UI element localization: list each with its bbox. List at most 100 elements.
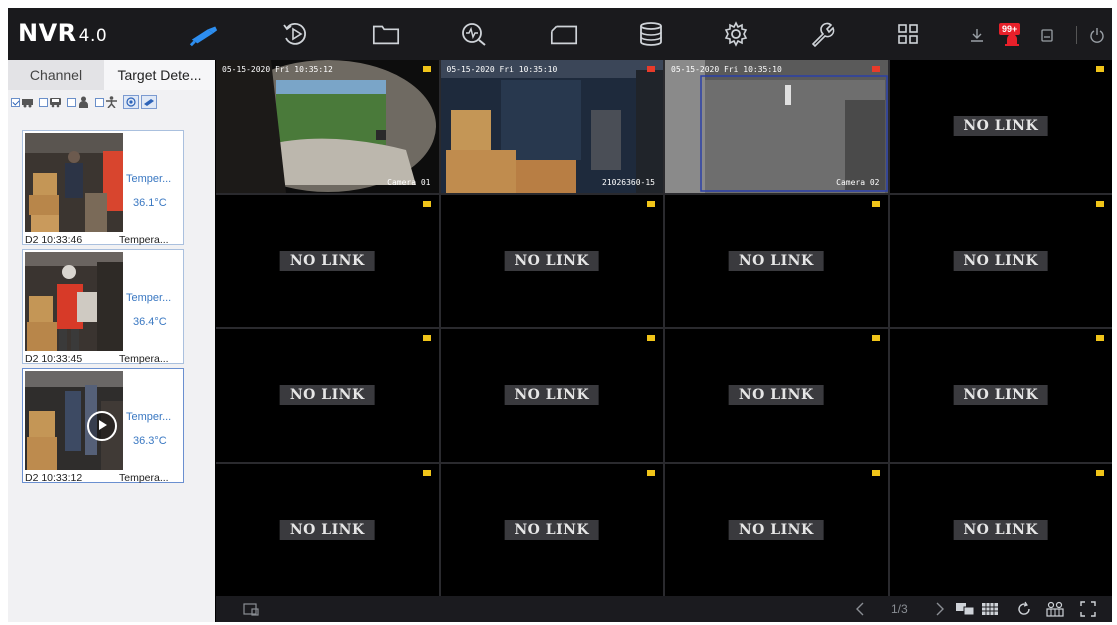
snapshot-thumbnail (25, 371, 123, 470)
people-counting-icon[interactable] (1044, 601, 1066, 617)
card-temperature: 36.1°C (133, 197, 167, 209)
detection-card[interactable]: Temper... 36.4°C D2 10:33:45 Tempera... (22, 249, 184, 365)
layout-grid-icon[interactable] (890, 18, 926, 50)
video-tile[interactable]: 05-15-2020 Fri 10:35:12 Camera 01 (216, 60, 439, 193)
person-icon (79, 96, 88, 108)
lock-icon[interactable] (1038, 24, 1056, 46)
refresh-icon[interactable] (1014, 601, 1034, 617)
recording-indicator-icon (422, 469, 431, 476)
video-tile-no-link[interactable]: NO LINK (216, 463, 439, 596)
detection-card-selected[interactable]: Temper... 36.3°C D2 10:33:12 Tempera... (22, 368, 184, 484)
play-button[interactable] (87, 411, 117, 441)
video-tile-no-link[interactable]: NO LINK (440, 463, 663, 596)
card-time: D2 10:33:45 (25, 353, 83, 365)
recording-indicator-icon (871, 200, 880, 207)
smart-analysis-icon[interactable] (456, 18, 492, 50)
live-view-grid: 05-15-2020 Fri 10:35:12 Camera 01 05-15-… (216, 60, 1112, 596)
no-link-label: NO LINK (728, 519, 824, 540)
filter-vehicle-checkbox[interactable] (11, 97, 20, 107)
card-label: Temper... (126, 292, 172, 304)
filter-car-checkbox[interactable] (39, 97, 48, 107)
video-tile-no-link[interactable]: NO LINK (216, 329, 439, 462)
human-body-icon (106, 96, 117, 108)
snapshot-thumbnail (25, 252, 123, 351)
tab-target-detection[interactable]: Target Dete... (104, 60, 215, 90)
recording-indicator-icon (1096, 335, 1104, 341)
no-link-label: NO LINK (728, 385, 824, 406)
recording-indicator-icon (871, 469, 880, 476)
tab-channel[interactable]: Channel (8, 60, 104, 90)
video-timestamp: 05-15-2020 Fri 10:35:12 (222, 65, 333, 74)
video-tile-no-link[interactable]: NO LINK (665, 329, 888, 462)
no-link-label: NO LINK (504, 250, 600, 271)
side-panel: Channel Target Dete... Temper... 36.1°C … (8, 60, 215, 622)
snapshot-thumbnail (25, 133, 123, 232)
video-tile-no-link[interactable]: NO LINK (665, 463, 888, 596)
monitor-icon[interactable] (546, 18, 582, 50)
temperature-filter-button[interactable] (123, 95, 139, 109)
card-label: Temper... (126, 173, 172, 185)
power-icon[interactable] (1088, 24, 1106, 46)
previous-page-icon[interactable] (852, 601, 868, 617)
recording-indicator-icon (647, 66, 655, 72)
no-link-label: NO LINK (953, 250, 1049, 271)
playback-icon[interactable] (278, 18, 314, 50)
no-link-label: NO LINK (279, 250, 375, 271)
card-label: Temper... (126, 411, 172, 423)
no-link-label: NO LINK (953, 385, 1049, 406)
download-icon[interactable] (968, 24, 986, 46)
live-view-toolbar: 1/3 (216, 596, 1112, 622)
card-type: Tempera... (119, 472, 169, 484)
card-temperature: 36.3°C (133, 435, 167, 447)
nvr-logo: NVR 4.0 (18, 19, 108, 47)
video-tile[interactable]: 05-15-2020 Fri 10:35:10 21026360-15 (440, 60, 663, 193)
target-filters (11, 94, 159, 110)
no-link-label: NO LINK (728, 250, 824, 271)
video-timestamp: 05-15-2020 Fri 10:35:10 (671, 65, 782, 74)
camera-icon[interactable] (186, 18, 222, 50)
alarm-count-badge: 99+ (999, 23, 1021, 35)
detection-card[interactable]: Temper... 36.1°C D2 10:33:46 Tempera... (22, 130, 184, 246)
card-time: D2 10:33:12 (25, 472, 83, 484)
recording-indicator-icon (1096, 200, 1104, 207)
screenshot-icon[interactable] (242, 601, 260, 617)
recording-indicator-icon (871, 66, 880, 72)
thermal-camera-icon (144, 99, 154, 106)
no-link-label: NO LINK (279, 519, 375, 540)
no-link-label: NO LINK (953, 519, 1049, 540)
next-page-icon[interactable] (932, 601, 948, 617)
recording-indicator-icon (1096, 66, 1104, 72)
video-tile-no-link[interactable]: NO LINK (440, 329, 663, 462)
thermal-camera-filter-button[interactable] (141, 95, 157, 109)
folder-icon[interactable] (368, 18, 404, 50)
no-link-label: NO LINK (279, 385, 375, 406)
video-tile-no-link[interactable]: NO LINK (216, 194, 439, 327)
camera-name: Camera 01 (387, 177, 431, 187)
video-tile-no-link[interactable]: NO LINK (889, 463, 1112, 596)
camera-name: 21026360-15 (602, 177, 655, 187)
video-tile[interactable]: 05-15-2020 Fri 10:35:10 Camera 02 (665, 60, 888, 193)
output-switch-icon[interactable] (954, 601, 976, 617)
side-tabs: Channel Target Dete... (8, 60, 215, 90)
camera-name: Camera 02 (836, 177, 880, 187)
recording-indicator-icon (647, 469, 655, 476)
video-timestamp: 05-15-2020 Fri 10:35:10 (446, 65, 558, 74)
layout-select-icon[interactable] (980, 601, 1000, 617)
storage-icon[interactable] (633, 18, 669, 50)
filter-human-body-checkbox[interactable] (95, 97, 104, 107)
car-icon (50, 98, 61, 108)
video-tile-no-link[interactable]: NO LINK (440, 194, 663, 327)
fullscreen-icon[interactable] (1078, 601, 1098, 617)
filter-person-checkbox[interactable] (67, 97, 76, 107)
recording-indicator-icon (422, 200, 431, 207)
card-type: Tempera... (119, 234, 169, 246)
maintenance-wrench-icon[interactable] (804, 18, 840, 50)
eye-icon (126, 97, 136, 107)
recording-indicator-icon (871, 335, 880, 341)
video-tile-no-link[interactable]: NO LINK (665, 194, 888, 327)
video-tile-no-link[interactable]: NO LINK (889, 60, 1112, 193)
nvr-window: NVR 4.0 99+ Channel Target Dete... Tempe… (8, 8, 1112, 622)
settings-gear-icon[interactable] (718, 18, 754, 50)
video-tile-no-link[interactable]: NO LINK (889, 194, 1112, 327)
video-tile-no-link[interactable]: NO LINK (889, 329, 1112, 462)
